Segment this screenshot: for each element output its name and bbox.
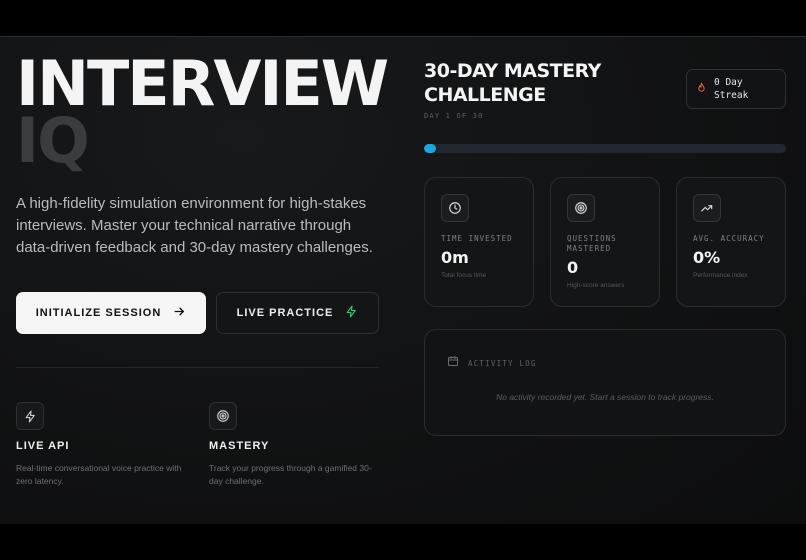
brand-title-line2: IQ	[16, 104, 90, 177]
challenge-title: 30-DAY MASTERY CHALLENGE	[424, 60, 601, 106]
trending-up-icon	[693, 194, 721, 222]
clock-icon	[441, 194, 469, 222]
target-icon	[209, 402, 237, 430]
challenge-progress-fill	[424, 144, 436, 153]
divider	[16, 367, 379, 368]
live-practice-button[interactable]: LIVE PRACTICE	[216, 292, 379, 334]
top-black-bar	[0, 0, 806, 36]
activity-log-title: ACTIVITY LOG	[468, 358, 537, 368]
initialize-session-label: INITIALIZE SESSION	[35, 307, 162, 319]
calendar-icon	[447, 354, 459, 372]
stat-card-questions-mastered: QUESTIONS MASTERED 0 High-score answers	[550, 177, 660, 307]
initialize-session-button[interactable]: INITIALIZE SESSION	[16, 292, 206, 334]
streak-label: Streak	[714, 90, 749, 101]
stat-value: 0%	[693, 248, 721, 267]
flame-icon	[697, 82, 706, 96]
arrow-right-icon	[173, 305, 186, 321]
stat-caption: Performance index	[693, 272, 748, 279]
bolt-icon	[345, 305, 358, 321]
challenge-progress-bar	[424, 144, 786, 153]
stat-card-time-invested: TIME INVESTED 0m Total focus time	[424, 177, 534, 307]
target-icon	[567, 194, 595, 222]
feature-live-api: LIVE API Real-time conversational voice …	[16, 402, 186, 488]
streak-badge: 0 Day Streak	[686, 69, 786, 109]
activity-empty-message: No activity recorded yet. Start a sessio…	[496, 392, 714, 402]
bottom-black-bar	[0, 524, 806, 560]
stat-label: AVG. ACCURACY	[693, 234, 765, 243]
live-practice-label: LIVE PRACTICE	[236, 307, 334, 319]
stat-caption: Total focus time	[441, 272, 487, 279]
challenge-day-counter: DAY 1 OF 30	[424, 112, 484, 120]
stat-value: 0m	[441, 248, 469, 267]
stat-caption: High-score answers	[567, 282, 625, 289]
stat-label: TIME INVESTED	[441, 234, 513, 243]
dashboard: INTERVIEW IQ A high-fidelity simulation …	[0, 36, 806, 524]
activity-log-panel: ACTIVITY LOG No activity recorded yet. S…	[424, 329, 786, 436]
hero-description: A high-fidelity simulation environment f…	[16, 195, 373, 256]
stat-value: 0	[567, 258, 579, 277]
brand-title: INTERVIEW IQ	[16, 53, 389, 177]
stat-card-avg-accuracy: AVG. ACCURACY 0% Performance index	[676, 177, 786, 307]
feature-title: LIVE API	[16, 440, 70, 452]
stat-label: QUESTIONS MASTERED	[567, 234, 617, 253]
bolt-icon	[16, 402, 44, 430]
feature-text: Real-time conversational voice practice …	[16, 463, 182, 486]
feature-title: MASTERY	[209, 440, 270, 452]
feature-mastery: MASTERY Track your progress through a ga…	[209, 402, 379, 488]
streak-count: 0 Day	[714, 77, 743, 88]
feature-text: Track your progress through a gamified 3…	[209, 463, 372, 486]
